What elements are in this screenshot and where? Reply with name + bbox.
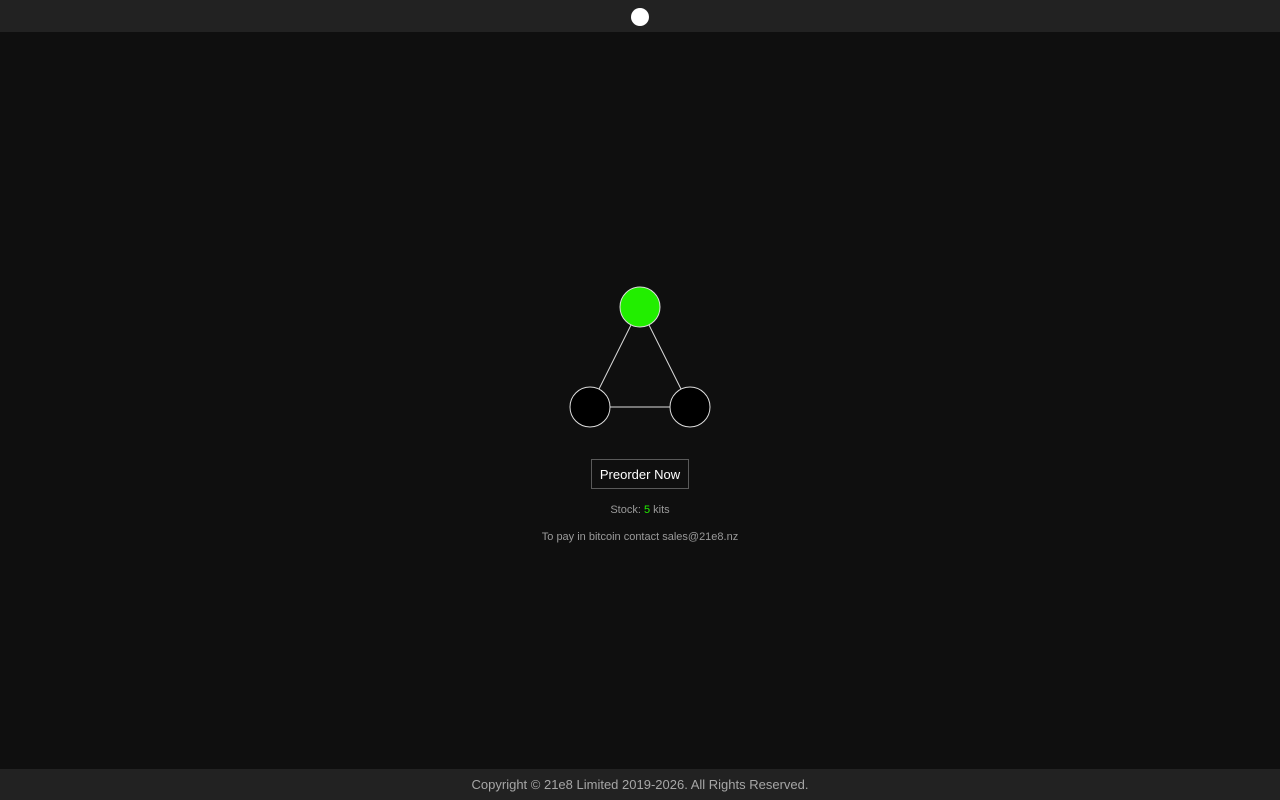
footer: Copyright © 21e8 Limited 2019-2026. All … [0, 769, 1280, 800]
logo-node-bottom-right [669, 386, 711, 428]
top-bar [0, 0, 1280, 32]
logo-node-bottom-left [569, 386, 611, 428]
stock-status: Stock: 5 kits [0, 504, 1280, 516]
logo-node-top [619, 286, 661, 328]
white-dot-icon[interactable] [631, 7, 649, 26]
bitcoin-payment-note: To pay in bitcoin contact sales@21e8.nz [541, 531, 739, 543]
three-node-network-icon [569, 286, 711, 428]
stock-prefix: Stock: [610, 504, 644, 516]
main-content: Preorder Now Stock: 5 kits To pay in bit… [0, 32, 1280, 769]
preorder-button[interactable]: Preorder Now [591, 459, 689, 489]
copyright-text: Copyright © 21e8 Limited 2019-2026. All … [471, 777, 809, 792]
stock-suffix: kits [650, 504, 670, 516]
